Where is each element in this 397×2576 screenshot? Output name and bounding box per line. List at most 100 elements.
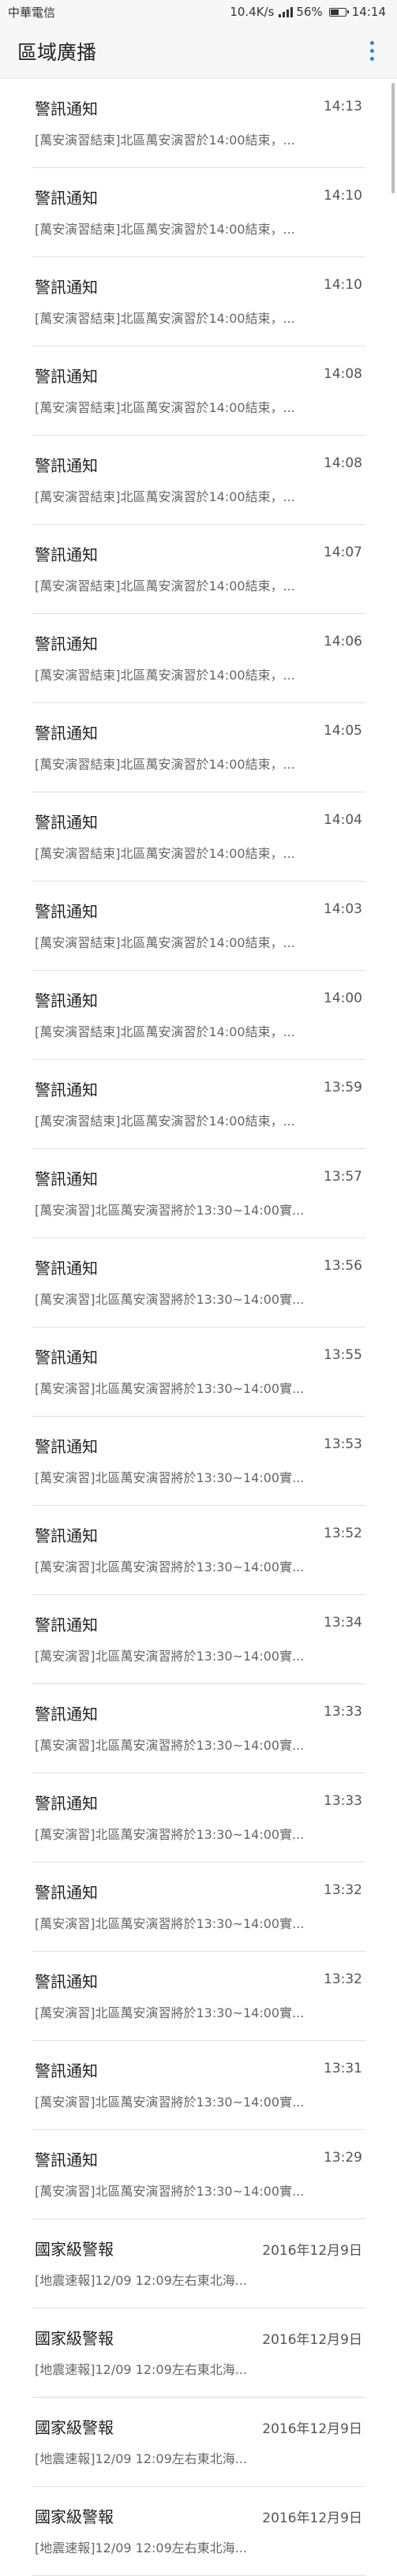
- battery-percent: 56%: [296, 5, 323, 19]
- message-title: 警訊通知: [35, 1526, 98, 1545]
- message-time: 14:10: [324, 188, 362, 204]
- message-preview: [萬安演習]北區萬安演習將於13:30~14:00實...: [35, 1827, 305, 1842]
- message-title: 國家級警報: [35, 2329, 114, 2348]
- list-item[interactable]: 國家級警報 2016年12月9日 [地震速報]12/09 12:09左右東北海...: [32, 2487, 365, 2576]
- message-title: 警訊通知: [35, 1616, 98, 1634]
- message-preview: [萬安演習]北區萬安演習將於13:30~14:00實...: [35, 1203, 305, 1218]
- message-preview: [萬安演習結束]北區萬安演習於14:00結束，...: [35, 846, 295, 861]
- message-time: 14:03: [324, 901, 362, 917]
- message-time: 13:34: [324, 1615, 362, 1631]
- message-preview: [萬安演習結束]北區萬安演習於14:00結束，...: [35, 668, 295, 683]
- battery-level-fill: [330, 9, 339, 15]
- message-title: 警訊通知: [35, 1437, 98, 1456]
- message-preview: [萬安演習]北區萬安演習將於13:30~14:00實...: [35, 1916, 305, 1931]
- message-title: 國家級警報: [35, 2507, 114, 2526]
- list-item[interactable]: 警訊通知 14:10 [萬安演習結束]北區萬安演習於14:00結束，...: [32, 168, 365, 257]
- message-title: 警訊通知: [35, 1080, 98, 1099]
- list-item[interactable]: 警訊通知 13:29 [萬安演習]北區萬安演習將於13:30~14:00實...: [32, 2130, 365, 2219]
- list-item[interactable]: 警訊通知 13:56 [萬安演習]北區萬安演習將於13:30~14:00實...: [32, 1238, 365, 1327]
- list-item[interactable]: 國家級警報 2016年12月9日 [地震速報]12/09 12:09左右東北海...: [32, 2308, 365, 2398]
- message-preview: [地震速報]12/09 12:09左右東北海...: [35, 2540, 248, 2555]
- message-time: 13:57: [324, 1169, 362, 1185]
- list-item[interactable]: 警訊通知 13:57 [萬安演習]北區萬安演習將於13:30~14:00實...: [32, 1149, 365, 1238]
- message-preview: [萬安演習結束]北區萬安演習於14:00結束，...: [35, 935, 295, 950]
- scrollbar[interactable]: [391, 83, 395, 193]
- list-item[interactable]: 警訊通知 13:31 [萬安演習]北區萬安演習將於13:30~14:00實...: [32, 2041, 365, 2130]
- message-time: 13:53: [324, 1436, 362, 1452]
- more-vert-icon[interactable]: [362, 39, 381, 64]
- list-item[interactable]: 警訊通知 13:32 [萬安演習]北區萬安演習將於13:30~14:00實...: [32, 1952, 365, 2041]
- message-title: 警訊通知: [35, 813, 98, 832]
- list-item[interactable]: 警訊通知 13:33 [萬安演習]北區萬安演習將於13:30~14:00實...: [32, 1684, 365, 1773]
- message-preview: [萬安演習]北區萬安演習將於13:30~14:00實...: [35, 1649, 305, 1664]
- list-item[interactable]: 警訊通知 14:07 [萬安演習結束]北區萬安演習於14:00結束，...: [32, 525, 365, 614]
- message-time: 13:31: [324, 2061, 362, 2076]
- message-time: 13:32: [324, 1971, 362, 1987]
- message-preview: [萬安演習]北區萬安演習將於13:30~14:00實...: [35, 1470, 305, 1485]
- message-title: 警訊通知: [35, 456, 98, 475]
- list-item[interactable]: 警訊通知 14:06 [萬安演習結束]北區萬安演習於14:00結束，...: [32, 614, 365, 703]
- message-time: 2016年12月9日: [262, 2332, 362, 2348]
- list-item[interactable]: 警訊通知 13:55 [萬安演習]北區萬安演習將於13:30~14:00實...: [32, 1327, 365, 1417]
- list-item[interactable]: 警訊通知 13:53 [萬安演習]北區萬安演習將於13:30~14:00實...: [32, 1417, 365, 1506]
- message-time: 14:07: [324, 545, 362, 560]
- message-time: 13:55: [324, 1347, 362, 1363]
- message-preview: [萬安演習結束]北區萬安演習於14:00結束，...: [35, 133, 295, 148]
- message-preview: [萬安演習]北區萬安演習將於13:30~14:00實...: [35, 1559, 305, 1574]
- message-time: 13:52: [324, 1526, 362, 1541]
- list-item[interactable]: 警訊通知 13:32 [萬安演習]北區萬安演習將於13:30~14:00實...: [32, 1863, 365, 1952]
- message-preview: [萬安演習結束]北區萬安演習於14:00結束，...: [35, 489, 295, 504]
- message-title: 警訊通知: [35, 189, 98, 208]
- message-time: 2016年12月9日: [262, 2421, 362, 2437]
- message-title: 警訊通知: [35, 1794, 98, 1813]
- message-preview: [萬安演習結束]北區萬安演習於14:00結束，...: [35, 578, 295, 593]
- list-item[interactable]: 警訊通知 14:04 [萬安演習結束]北區萬安演習於14:00結束，...: [32, 792, 365, 882]
- message-preview: [萬安演習]北區萬安演習將於13:30~14:00實...: [35, 1381, 305, 1396]
- list-item[interactable]: 國家級警報 2016年12月9日 [地震速報]12/09 12:09左右東北海...: [32, 2398, 365, 2487]
- list-item[interactable]: 警訊通知 13:34 [萬安演習]北區萬安演習將於13:30~14:00實...: [32, 1595, 365, 1684]
- message-preview: [萬安演習]北區萬安演習將於13:30~14:00實...: [35, 1738, 305, 1753]
- message-time: 14:05: [324, 723, 362, 739]
- message-title: 警訊通知: [35, 1170, 98, 1189]
- list-item[interactable]: 警訊通知 14:00 [萬安演習結束]北區萬安演習於14:00結束，...: [32, 971, 365, 1060]
- list-item[interactable]: 警訊通知 14:13 [萬安演習結束]北區萬安演習於14:00結束，...: [32, 79, 365, 168]
- list-item[interactable]: 警訊通知 14:08 [萬安演習結束]北區萬安演習於14:00結束，...: [32, 436, 365, 525]
- message-title: 警訊通知: [35, 991, 98, 1010]
- message-time: 14:10: [324, 277, 362, 293]
- message-time: 14:04: [324, 812, 362, 828]
- message-title: 警訊通知: [35, 635, 98, 653]
- message-time: 13:59: [324, 1080, 362, 1095]
- message-time: 14:08: [324, 366, 362, 382]
- message-title: 警訊通知: [35, 2061, 98, 2080]
- list-item[interactable]: 警訊通知 14:03 [萬安演習結束]北區萬安演習於14:00結束，...: [32, 882, 365, 971]
- list-item[interactable]: 警訊通知 13:33 [萬安演習]北區萬安演習將於13:30~14:00實...: [32, 1773, 365, 1863]
- message-preview: [萬安演習結束]北區萬安演習於14:00結束，...: [35, 400, 295, 415]
- message-title: 警訊通知: [35, 367, 98, 386]
- list-item[interactable]: 警訊通知 14:10 [萬安演習結束]北區萬安演習於14:00結束，...: [32, 257, 365, 346]
- message-time: 13:33: [324, 1704, 362, 1720]
- message-preview: [萬安演習結束]北區萬安演習於14:00結束，...: [35, 1024, 295, 1039]
- message-preview: [萬安演習結束]北區萬安演習於14:00結束，...: [35, 311, 295, 326]
- message-preview: [地震速報]12/09 12:09左右東北海...: [35, 2451, 248, 2466]
- message-title: 警訊通知: [35, 99, 98, 118]
- message-title: 警訊通知: [35, 1259, 98, 1278]
- message-list[interactable]: 警訊通知 14:13 [萬安演習結束]北區萬安演習於14:00結束，... 警訊通知 1…: [0, 79, 397, 2576]
- list-item[interactable]: 警訊通知 14:08 [萬安演習結束]北區萬安演習於14:00結束，...: [32, 346, 365, 436]
- message-time: 13:56: [324, 1258, 362, 1274]
- message-time: 14:00: [324, 990, 362, 1006]
- signal-strength-icon: [279, 6, 294, 17]
- message-preview: [萬安演習結束]北區萬安演習於14:00結束，...: [35, 1114, 295, 1129]
- list-item[interactable]: 警訊通知 14:05 [萬安演習結束]北區萬安演習於14:00結束，...: [32, 703, 365, 792]
- message-title: 警訊通知: [35, 1972, 98, 1991]
- message-preview: [萬安演習]北區萬安演習將於13:30~14:00實...: [35, 2184, 305, 2199]
- message-time: 2016年12月9日: [262, 2243, 362, 2259]
- clock: 14:14: [351, 5, 386, 19]
- list-item[interactable]: 警訊通知 13:59 [萬安演習結束]北區萬安演習於14:00結束，...: [32, 1060, 365, 1149]
- battery-icon: [328, 7, 349, 17]
- app-bar: 區域廣播: [0, 24, 397, 79]
- message-title: 警訊通知: [35, 545, 98, 564]
- list-item[interactable]: 警訊通知 13:52 [萬安演習]北區萬安演習將於13:30~14:00實...: [32, 1506, 365, 1595]
- message-time: 14:13: [324, 99, 362, 114]
- list-item[interactable]: 國家級警報 2016年12月9日 [地震速報]12/09 12:09左右東北海...: [32, 2219, 365, 2308]
- message-title: 警訊通知: [35, 278, 98, 297]
